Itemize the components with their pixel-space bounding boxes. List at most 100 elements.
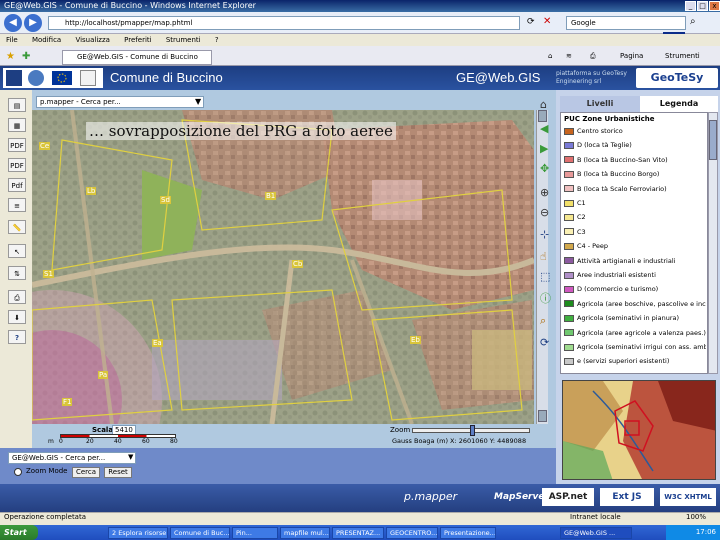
taskbar-item[interactable]: mapfile mul... [280, 527, 330, 539]
refresh-map-icon[interactable]: ⟳ [540, 336, 549, 349]
menu-file[interactable]: File [6, 36, 18, 44]
forward-icon[interactable]: ▶ [24, 14, 42, 32]
page-menu[interactable]: Pagina [620, 52, 643, 60]
info-icon[interactable]: ⓘ [540, 290, 551, 306]
zone-label: Cb [292, 260, 304, 268]
legend-item: Aree industriali esistenti [564, 270, 706, 280]
find-button[interactable]: Cerca [72, 467, 100, 478]
search-input[interactable]: Google [566, 16, 686, 30]
grid-icon[interactable]: ▦ [8, 118, 26, 132]
legend-swatch [564, 329, 574, 337]
search-type-select[interactable]: GE@Web.GIS - Cerca per... [8, 452, 136, 464]
legend-swatch [564, 242, 574, 250]
home-map-icon[interactable]: ⌂ [540, 98, 547, 111]
chevron-down-icon[interactable]: ▼ [195, 97, 201, 106]
ruler-icon[interactable]: 📏 [8, 220, 26, 234]
menu-tools[interactable]: Strumenti [166, 36, 201, 44]
map-search-select[interactable]: p.mapper - Cerca per... [36, 96, 204, 108]
start-button[interactable]: Start [0, 525, 38, 540]
zone-label: F1 [62, 398, 73, 406]
zoom-slider-handle[interactable] [470, 425, 475, 436]
legend-item: Agricola (seminativi irrigui con ass. am… [564, 342, 706, 352]
extent-icon[interactable]: ⊹ [540, 228, 549, 241]
zone-label: Ea [152, 339, 163, 347]
pdf-icon[interactable]: PDF [8, 138, 26, 152]
menu-view[interactable]: Visualizza [75, 36, 109, 44]
legend-label: C2 [577, 213, 586, 222]
taskbar-item[interactable]: 2 Esplora risorse [108, 527, 168, 539]
tab-legend[interactable]: Legenda [640, 96, 718, 112]
tab-layers[interactable]: Livelli [560, 96, 640, 112]
taskbar-item[interactable]: Presentazione... [440, 527, 496, 539]
overview-map[interactable] [562, 380, 716, 480]
download-icon[interactable]: ⬇ [8, 310, 26, 324]
menu-favorites[interactable]: Preferiti [124, 36, 151, 44]
pdf-export-icon[interactable]: PDF [8, 158, 26, 172]
add-favorite-icon[interactable]: ✚ [22, 51, 30, 62]
identify-icon[interactable]: ☝ [540, 250, 547, 263]
tab-current[interactable]: GE@Web.GIS - Comune di Buccino [62, 50, 212, 65]
favorites-star-icon[interactable]: ★ [6, 51, 15, 62]
taskbar-item[interactable]: PRESENTAZ... [332, 527, 384, 539]
legend-scroll-thumb[interactable] [709, 120, 717, 160]
coordinate-icon[interactable]: ⇅ [8, 266, 26, 280]
refresh-icon[interactable]: ⟳ [527, 17, 535, 27]
legend-item: Agricola (aree boschive, pascolive e inc… [564, 299, 706, 309]
legend-label: B (loca tà Buccino-San Vito) [577, 155, 668, 164]
legend-swatch [564, 213, 574, 221]
legend-label: C3 [577, 227, 586, 236]
zone-indicator: Intranet locale [570, 513, 621, 521]
reset-button[interactable]: Reset [104, 467, 132, 478]
legend-swatch [564, 199, 574, 207]
minimize-button[interactable]: _ [685, 1, 696, 11]
legend-swatch [564, 271, 574, 279]
zoom-mode-radio[interactable] [14, 468, 22, 476]
taskbar-item[interactable]: GEOCENTRO... [386, 527, 438, 539]
coordinate-readout: Gauss Boaga (m) X: 2601060 Y: 4489088 [392, 437, 527, 445]
home-icon[interactable]: ⌂ [548, 52, 552, 60]
taskbar-item[interactable]: Pin... [232, 527, 278, 539]
extjs-logo: Ext JS [600, 488, 654, 506]
legend-label: Aree industriali esistenti [577, 271, 656, 279]
print-map-icon[interactable]: ⎙ [8, 290, 26, 304]
pdf-doc-icon[interactable]: Pdf [8, 178, 26, 192]
stop-icon[interactable]: ✕ [543, 16, 551, 27]
url-field[interactable]: http://localhost/pmapper/map.phtml [48, 16, 520, 30]
close-button[interactable]: x [709, 1, 720, 11]
zoom-mode-label: Zoom Mode [26, 467, 68, 475]
pan-right-icon[interactable]: ▶ [540, 142, 548, 155]
legend-item: D (commercio e turismo) [564, 284, 706, 294]
feeds-icon[interactable]: ≋ [566, 52, 572, 60]
pan-left-icon[interactable]: ◀ [540, 122, 548, 135]
zoom-out-icon[interactable]: ⊖ [540, 206, 549, 219]
search-icon[interactable]: ⌕ [690, 16, 696, 27]
legend-item: Centro storico [564, 126, 706, 136]
help-icon[interactable]: ? [8, 330, 26, 344]
select-icon[interactable]: ⬚ [540, 270, 550, 283]
legend-item: Agricola (aree agricole a valenza paes.) [564, 328, 706, 338]
zone-label: Ce [39, 142, 51, 150]
search-map-icon[interactable]: ⌕ [540, 314, 546, 328]
scroll-up-icon[interactable] [538, 110, 547, 122]
layers-icon[interactable]: ≡ [8, 198, 26, 212]
maximize-button[interactable]: □ [697, 1, 708, 11]
pan-icon[interactable]: ✥ [540, 162, 549, 175]
taskbar-item-active[interactable]: GE@Web.GIS ... [560, 527, 632, 539]
taskbar-item[interactable]: Comune di Buc... [170, 527, 230, 539]
scale-tick: 20 [86, 438, 94, 445]
legend-item: e (servizi superiori esistenti) [564, 356, 706, 366]
scroll-down-icon[interactable] [538, 410, 547, 422]
tools-menu[interactable]: Strumenti [665, 52, 700, 60]
chevron-down-icon[interactable]: ▼ [128, 453, 133, 461]
zoom-in-icon[interactable]: ⊕ [540, 186, 549, 199]
map-vertical-scrollbar[interactable] [536, 110, 548, 424]
measure-icon[interactable]: ↖ [8, 244, 26, 258]
legend-swatch [564, 314, 574, 322]
back-icon[interactable]: ◀ [4, 14, 22, 32]
menu-help[interactable]: ? [215, 36, 219, 44]
toc-toggle-icon[interactable]: ▤ [8, 98, 26, 112]
menu-edit[interactable]: Modifica [32, 36, 61, 44]
zoom-indicator[interactable]: 100% [686, 513, 706, 521]
print-icon[interactable]: ⎙ [590, 52, 596, 61]
legend-title: PUC Zone Urbanistiche [564, 115, 655, 123]
